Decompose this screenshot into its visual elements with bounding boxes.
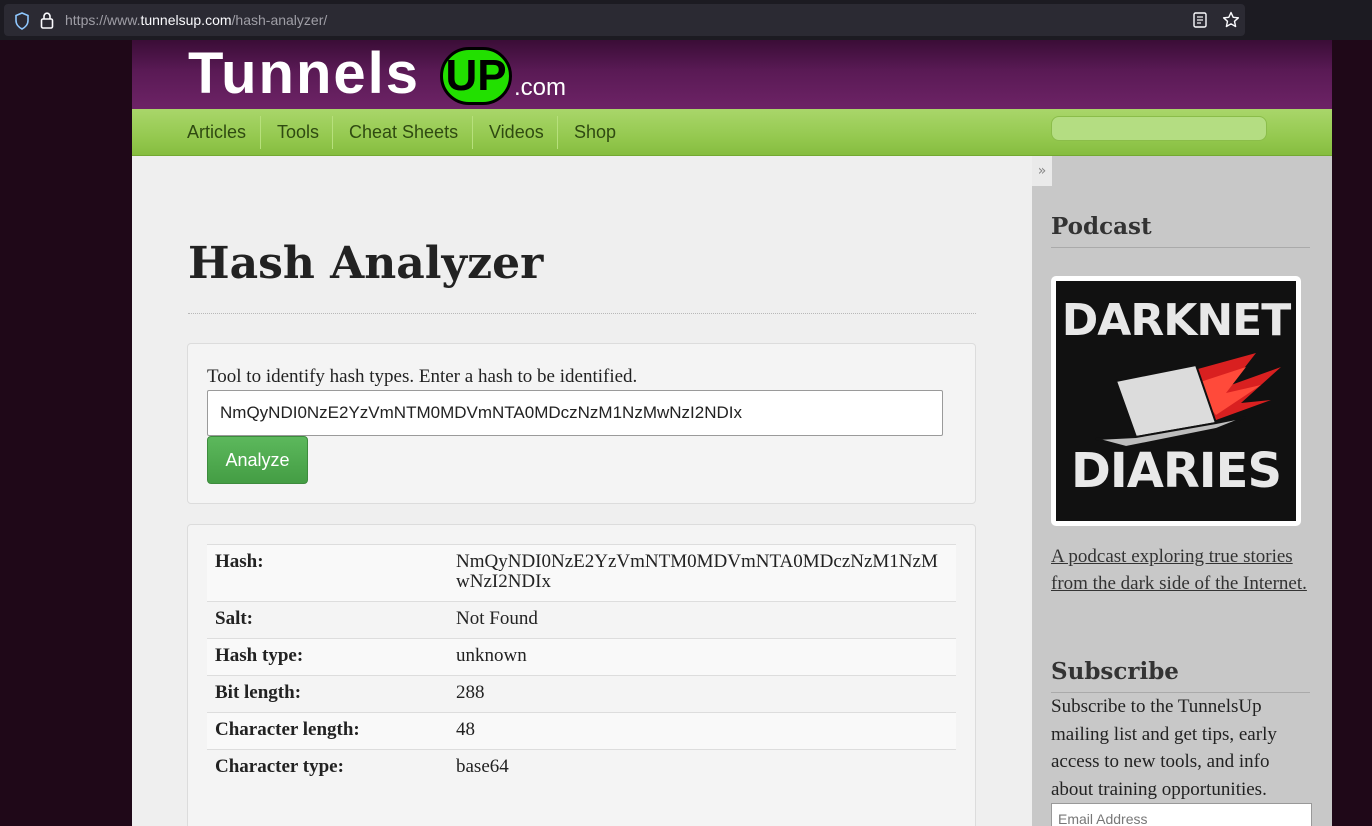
site-header: Tunnels UP .com	[132, 40, 1332, 109]
bookmark-star-icon[interactable]	[1222, 11, 1240, 29]
table-row: Character type: base64	[207, 749, 956, 787]
nav-articles[interactable]: Articles	[187, 116, 246, 149]
nav-videos[interactable]: Videos	[489, 116, 544, 149]
result-label: Bit length:	[207, 675, 448, 713]
logo-tld: .com	[514, 74, 567, 101]
reader-view-icon[interactable]	[1193, 12, 1207, 28]
url-text[interactable]: https://www.tunnelsup.com/hash-analyzer/	[65, 12, 327, 28]
result-label: Character length:	[207, 712, 448, 750]
url-domain: tunnelsup.com	[140, 12, 232, 28]
table-row: Character length: 48	[207, 712, 956, 750]
podcast-art-line2: DIARIES	[1070, 443, 1282, 499]
browser-toolbar: https://www.tunnelsup.com/hash-analyzer/	[0, 0, 1372, 40]
logo-text: Tunnels	[188, 41, 421, 106]
table-row: Salt: Not Found	[207, 601, 956, 639]
shield-icon[interactable]	[14, 12, 30, 30]
subscribe-description: Subscribe to the TunnelsUp mailing list …	[1051, 696, 1277, 800]
address-bar[interactable]: https://www.tunnelsup.com/hash-analyzer/	[4, 4, 1245, 36]
podcast-heading: Podcast	[1051, 213, 1152, 240]
email-field[interactable]: Email Address	[1051, 803, 1312, 826]
lock-icon[interactable]	[40, 12, 54, 29]
result-value: unknown	[448, 638, 956, 676]
url-path: /hash-analyzer/	[231, 12, 328, 28]
main-nav: Articles Tools Cheat Sheets Videos Shop	[132, 109, 1332, 156]
subscribe-heading: Subscribe	[1051, 658, 1179, 685]
table-row: Bit length: 288	[207, 675, 956, 713]
podcast-description-link[interactable]: A podcast exploring true stories from th…	[1051, 543, 1316, 597]
logo-up-badge: UP	[440, 47, 512, 105]
site-search-input[interactable]	[1051, 116, 1267, 141]
title-divider	[188, 313, 976, 314]
result-value: Not Found	[448, 601, 956, 639]
laptop-flame-illustration	[1095, 353, 1281, 449]
result-label: Hash:	[207, 544, 448, 602]
result-value: NmQyNDI0NzE2YzVmNTM0MDVmNTA0MDczNzM1NzMw…	[448, 544, 956, 602]
result-label: Character type:	[207, 749, 448, 787]
url-prefix: https://www.	[65, 12, 141, 28]
results-table: Hash: NmQyNDI0NzE2YzVmNTM0MDVmNTA0MDczNz…	[207, 544, 956, 787]
result-label: Hash type:	[207, 638, 448, 676]
nav-cheat-sheets[interactable]: Cheat Sheets	[349, 116, 458, 149]
table-row: Hash type: unknown	[207, 638, 956, 676]
nav-divider	[557, 116, 558, 149]
table-row: Hash: NmQyNDI0NzE2YzVmNTM0MDVmNTA0MDczNz…	[207, 544, 956, 602]
podcast-heading-rule	[1051, 247, 1310, 248]
result-value: 48	[448, 712, 956, 750]
result-label: Salt:	[207, 601, 448, 639]
hash-input[interactable]: NmQyNDI0NzE2YzVmNTM0MDVmNTA0MDczNzM1NzMw…	[207, 390, 943, 436]
nav-divider	[332, 116, 333, 149]
result-value: base64	[448, 749, 956, 787]
result-value: 288	[448, 675, 956, 713]
nav-shop[interactable]: Shop	[574, 116, 616, 149]
podcast-cover-image[interactable]: DARKNET DIARIES	[1051, 276, 1301, 526]
nav-divider	[472, 116, 473, 149]
podcast-art-line1: DARKNET	[1061, 295, 1291, 346]
form-description: Tool to identify hash types. Enter a has…	[207, 366, 638, 387]
nav-divider	[260, 116, 261, 149]
nav-tools[interactable]: Tools	[277, 116, 319, 149]
page-title: Hash Analyzer	[188, 238, 544, 289]
analyze-button[interactable]: Analyze	[207, 436, 308, 484]
podcast-cover-art: DARKNET DIARIES	[1056, 281, 1296, 521]
sidebar-toggle-button[interactable]: »	[1032, 156, 1052, 186]
